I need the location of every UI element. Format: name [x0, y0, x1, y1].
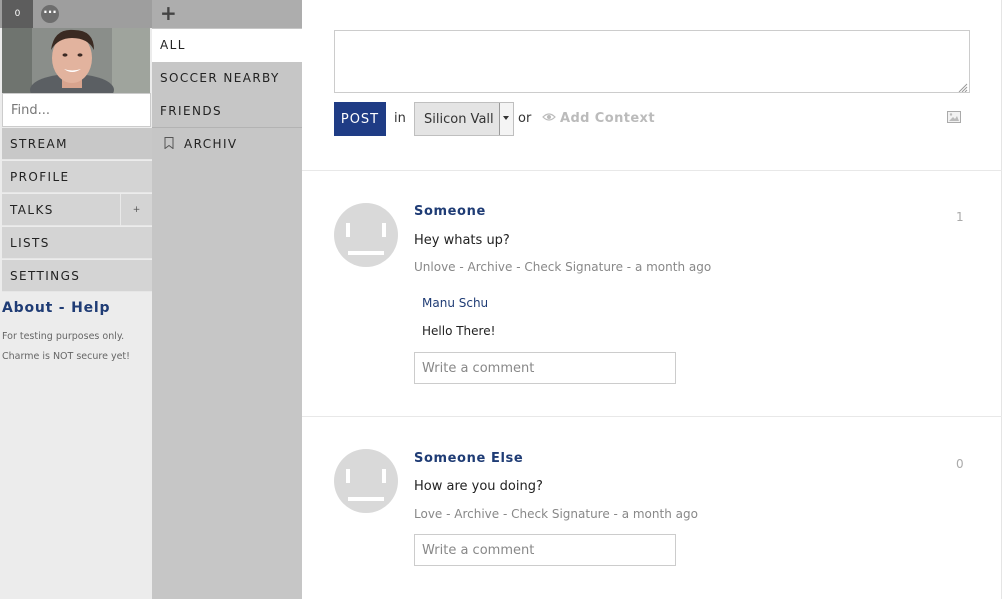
post-button[interactable]: POST [334, 102, 386, 136]
comment-input[interactable] [414, 352, 676, 384]
nav-item-stream[interactable]: STREAM [2, 128, 152, 160]
post-text: Hey whats up? [414, 233, 510, 248]
post-count: 0 [956, 457, 964, 471]
post-count: 1 [956, 210, 964, 224]
stream-item-label: SOCCER NEARBY [160, 71, 280, 85]
find-input[interactable] [2, 93, 151, 127]
nav-item-label: LISTS [10, 236, 50, 250]
stream-item-label: ALL [160, 38, 186, 52]
divider [302, 170, 1002, 171]
location-select[interactable]: Silicon Vall [414, 102, 514, 136]
or-label: or [518, 111, 532, 126]
add-stream-icon[interactable]: + [160, 3, 177, 23]
stream-item-all[interactable]: ALL [152, 29, 302, 62]
security-warning-text: Charme is NOT secure yet! [2, 351, 130, 362]
main-content: POST in Silicon Vall or Add Context Some… [302, 0, 1002, 599]
comment-input[interactable] [414, 534, 676, 566]
nav-item-label: PROFILE [10, 170, 70, 184]
post-author-link[interactable]: Someone Else [414, 451, 523, 466]
left-sidebar: 0 ··· STREAM PROFILE TALKS + LISTS SETTI… [0, 0, 152, 599]
more-options-icon[interactable]: ··· [41, 5, 59, 23]
top-bar: 0 ··· [0, 0, 152, 28]
post-composer-input[interactable] [334, 30, 970, 93]
resize-grip-icon[interactable] [958, 83, 968, 92]
nav-item-label: SETTINGS [10, 269, 81, 283]
avatar[interactable] [334, 449, 398, 513]
profile-photo-image [2, 28, 150, 94]
default-avatar-icon [346, 469, 386, 501]
nav-item-lists[interactable]: LISTS [2, 227, 152, 259]
notification-badge[interactable]: 0 [2, 0, 33, 28]
post-text: How are you doing? [414, 479, 543, 494]
post-actions-meta[interactable]: Unlove - Archive - Check Signature - a m… [414, 260, 711, 274]
post-actions-meta[interactable]: Love - Archive - Check Signature - a mon… [414, 507, 698, 521]
default-avatar-icon [346, 223, 386, 255]
bookmark-icon [164, 137, 174, 149]
location-select-value: Silicon Vall [424, 112, 494, 127]
add-context-label: Add Context [560, 111, 655, 126]
stream-item-friends[interactable]: FRIENDS [152, 95, 302, 128]
profile-avatar[interactable] [2, 28, 150, 94]
add-context-button[interactable]: Add Context [542, 111, 655, 126]
stream-item-label: FRIENDS [160, 104, 222, 118]
stream-item-label: ARCHIV [184, 137, 238, 151]
new-talk-button[interactable]: + [120, 194, 152, 226]
nav-item-profile[interactable]: PROFILE [2, 161, 152, 193]
in-label: in [394, 111, 406, 126]
divider [302, 416, 1002, 417]
image-icon[interactable] [947, 111, 961, 123]
about-help-link[interactable]: About - Help [2, 300, 110, 316]
chevron-down-icon[interactable] [499, 103, 513, 135]
comment-text: Hello There! [422, 324, 496, 338]
nav-item-settings[interactable]: SETTINGS [2, 260, 152, 292]
nav-item-talks[interactable]: TALKS + [2, 194, 152, 226]
disclaimer-text: For testing purposes only. [2, 331, 125, 342]
eye-icon [542, 113, 556, 121]
stream-item-soccer-nearby[interactable]: SOCCER NEARBY [152, 62, 302, 95]
nav-item-label: TALKS [10, 203, 54, 217]
stream-item-archiv[interactable]: ARCHIV [152, 128, 302, 161]
stream-list: + ALL SOCCER NEARBY FRIENDS ARCHIV [152, 0, 302, 599]
post-author-link[interactable]: Someone [414, 204, 486, 219]
avatar[interactable] [334, 203, 398, 267]
nav-item-label: STREAM [10, 137, 68, 151]
comment-author-link[interactable]: Manu Schu [422, 296, 488, 310]
stream-toolbar: + [152, 0, 302, 28]
